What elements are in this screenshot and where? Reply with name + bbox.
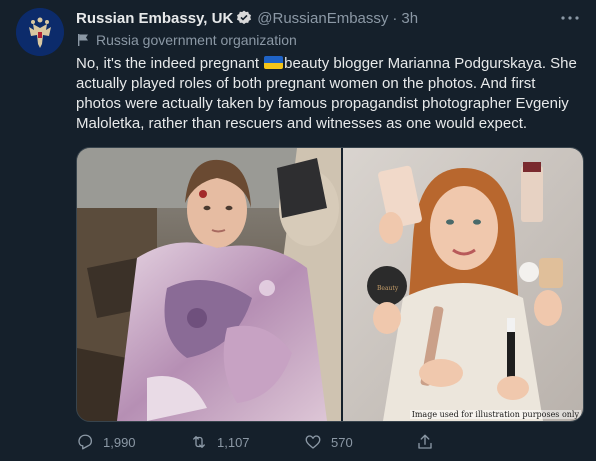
like-button[interactable]: 570 [304, 433, 416, 451]
photo-beauty-blogger: Beauty [343, 148, 583, 421]
like-count: 570 [331, 434, 353, 450]
heart-icon [305, 435, 321, 449]
tweet-text: No, it's the indeed pregnant beauty blog… [76, 54, 584, 134]
tweet-actions: 1,990 1,107 570 [76, 432, 536, 452]
reply-count: 1,990 [103, 434, 136, 450]
separator-dot: · [392, 9, 398, 27]
more-icon[interactable] [560, 8, 580, 28]
photo-woman-in-blanket [77, 148, 341, 421]
verified-badge-icon [236, 10, 252, 26]
avatar[interactable] [16, 8, 64, 56]
tweet-media[interactable]: Beauty Image used for illustration purpo… [76, 147, 584, 422]
timestamp[interactable]: 3h [401, 10, 418, 27]
reply-icon [78, 434, 93, 450]
government-label[interactable]: Russia government organization [76, 31, 297, 49]
handle[interactable]: @RussianEmbassy [257, 10, 388, 27]
media-photo-left[interactable] [77, 148, 341, 421]
retweet-button[interactable]: 1,107 [190, 433, 304, 451]
ukraine-flag-emoji [264, 56, 284, 69]
government-flag-icon [76, 33, 90, 47]
government-label-text: Russia government organization [96, 32, 297, 48]
display-name[interactable]: Russian Embassy, UK [76, 10, 233, 27]
retweet-icon [193, 436, 205, 448]
share-button[interactable] [416, 433, 476, 451]
share-icon [418, 434, 432, 449]
tweet-text-part-1: No, it's the indeed pregnant [76, 55, 264, 72]
retweet-count: 1,107 [217, 434, 250, 450]
media-photo-right[interactable]: Beauty Image used for illustration purpo… [341, 148, 583, 421]
coat-of-arms-icon [16, 8, 64, 56]
tweet-header: Russian Embassy, UK @RussianEmbassy · 3h [76, 8, 580, 28]
photo-watermark: Image used for illustration purposes onl… [409, 410, 581, 419]
reply-button[interactable]: 1,990 [76, 433, 190, 451]
product-label: Beauty [377, 285, 399, 292]
